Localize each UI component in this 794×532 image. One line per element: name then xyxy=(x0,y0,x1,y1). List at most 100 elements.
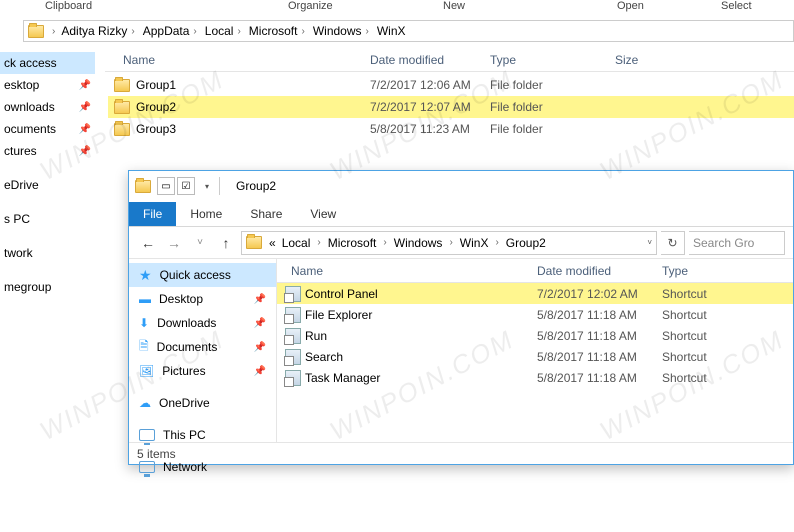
address-bar[interactable]: « Local› Microsoft› Windows› WinX› Group… xyxy=(241,231,657,255)
list-item[interactable]: Group1 7/2/2017 12:06 AM File folder xyxy=(108,74,794,96)
shortcut-icon xyxy=(285,307,301,323)
col-size[interactable]: Size xyxy=(615,53,638,67)
sidebar-downloads[interactable]: ownloads📌 xyxy=(0,96,95,118)
sidebar-pictures[interactable]: ctures📌 xyxy=(0,140,95,162)
address-dropdown-icon[interactable]: ˅ xyxy=(647,238,652,247)
breadcrumb-segment[interactable]: AppData› xyxy=(141,21,203,41)
sidebar-this-pc[interactable]: s PC xyxy=(0,208,95,230)
sidebar-onedrive[interactable]: ☁OneDrive xyxy=(129,391,276,415)
folder-icon xyxy=(114,101,130,114)
sidebar-documents[interactable]: ocuments📌 xyxy=(0,118,95,140)
sidebar-quick-access[interactable]: ck access xyxy=(0,52,95,74)
folder-icon xyxy=(114,123,130,136)
up-button[interactable]: ↑ xyxy=(215,232,237,254)
shortcut-icon xyxy=(285,349,301,365)
pin-icon: 📌 xyxy=(79,80,91,91)
breadcrumb-segment[interactable]: Microsoft› xyxy=(325,236,391,250)
column-headers: Name Date modified Type xyxy=(277,259,793,283)
ribbon-clipboard-label: Clipboard xyxy=(45,0,92,12)
sidebar-onedrive[interactable]: eDrive xyxy=(0,174,95,196)
breadcrumb-segment[interactable]: Group2 xyxy=(503,236,549,250)
sidebar-documents[interactable]: 🗎Documents📌 xyxy=(129,335,276,359)
col-name[interactable]: Name xyxy=(291,264,323,278)
shortcut-icon xyxy=(285,370,301,386)
nav-sidebar: ★Quick access ▬Desktop📌 ⬇Downloads📌 🗎Doc… xyxy=(129,259,277,442)
sidebar-homegroup[interactable]: megroup xyxy=(0,276,95,298)
search-input[interactable]: Search Gro xyxy=(689,231,785,255)
title-bar[interactable]: ▭ ☑ ▾ Group2 xyxy=(129,171,793,201)
file-list: Group1 7/2/2017 12:06 AM File folder Gro… xyxy=(108,74,794,140)
col-type[interactable]: Type xyxy=(490,53,516,67)
breadcrumb-segment[interactable]: Local› xyxy=(203,21,247,41)
list-item[interactable]: Run 5/8/2017 11:18 AM Shortcut xyxy=(277,325,793,346)
sidebar-pictures[interactable]: 🖼Pictures📌 xyxy=(129,359,276,383)
download-icon: ⬇ xyxy=(139,316,149,330)
main-pane: Name Date modified Type Control Panel 7/… xyxy=(277,259,793,442)
address-row: ← → ˅ ↑ « Local› Microsoft› Windows› Win… xyxy=(129,227,793,259)
col-name[interactable]: Name xyxy=(123,53,155,67)
qat-checkbox-button[interactable]: ☑ xyxy=(177,177,195,195)
star-icon: ★ xyxy=(139,267,152,284)
pin-icon: 📌 xyxy=(254,294,266,305)
breadcrumb-segment[interactable]: Windows› xyxy=(311,21,375,41)
item-count: 5 items xyxy=(137,447,176,461)
column-headers: Name Date modified Type Size xyxy=(105,48,794,72)
tab-file[interactable]: File xyxy=(129,202,176,226)
ribbon-new-label: New xyxy=(443,0,465,12)
ribbon-tabs: File Home Share View xyxy=(129,201,793,227)
breadcrumb-segment[interactable]: Local› xyxy=(279,236,325,250)
list-item[interactable]: File Explorer 5/8/2017 11:18 AM Shortcut xyxy=(277,304,793,325)
pin-icon: 📌 xyxy=(254,366,266,377)
breadcrumb-segment[interactable]: Microsoft› xyxy=(247,21,311,41)
tab-home[interactable]: Home xyxy=(176,202,236,226)
list-item[interactable]: Task Manager 5/8/2017 11:18 AM Shortcut xyxy=(277,367,793,388)
breadcrumb-segment[interactable]: WinX xyxy=(375,21,408,41)
list-item[interactable]: Control Panel 7/2/2017 12:02 AM Shortcut xyxy=(277,283,793,304)
cloud-icon: ☁ xyxy=(139,396,151,410)
pin-icon: 📌 xyxy=(79,102,91,113)
col-date[interactable]: Date modified xyxy=(370,53,444,67)
qat-dropdown-icon[interactable]: ▾ xyxy=(205,182,209,191)
nav-sidebar: ck access esktop📌 ownloads📌 ocuments📌 ct… xyxy=(0,48,95,532)
forward-button[interactable]: → xyxy=(163,232,185,254)
list-item[interactable]: Group3 5/8/2017 11:23 AM File folder xyxy=(108,118,794,140)
sidebar-network[interactable]: twork xyxy=(0,242,95,264)
pin-icon: 📌 xyxy=(254,342,266,353)
ribbon-open-label: Open xyxy=(617,0,644,12)
qat-properties-button[interactable]: ▭ xyxy=(157,177,175,195)
folder-icon xyxy=(28,25,44,38)
recent-dropdown[interactable]: ˅ xyxy=(189,232,211,254)
list-item[interactable]: Group2 7/2/2017 12:07 AM File folder xyxy=(108,96,794,118)
folder-icon xyxy=(135,180,151,193)
pin-icon: 📌 xyxy=(79,146,91,157)
sidebar-desktop[interactable]: ▬Desktop📌 xyxy=(129,287,276,311)
tab-view[interactable]: View xyxy=(296,202,350,226)
shortcut-icon xyxy=(285,286,301,302)
sidebar-downloads[interactable]: ⬇Downloads📌 xyxy=(129,311,276,335)
breadcrumb-segment[interactable]: Windows› xyxy=(391,236,457,250)
breadcrumb-segment[interactable]: Aditya Rizky› xyxy=(59,21,140,41)
folder-icon xyxy=(114,79,130,92)
child-window: ▭ ☑ ▾ Group2 File Home Share View ← → ˅ … xyxy=(128,170,794,465)
folder-icon xyxy=(246,236,262,249)
tab-share[interactable]: Share xyxy=(236,202,296,226)
address-bar[interactable]: › Aditya Rizky› AppData› Local› Microsof… xyxy=(23,20,794,42)
list-item[interactable]: Search 5/8/2017 11:18 AM Shortcut xyxy=(277,346,793,367)
sidebar-quick-access[interactable]: ★Quick access xyxy=(129,263,276,287)
col-date[interactable]: Date modified xyxy=(537,264,611,278)
pin-icon: 📌 xyxy=(79,124,91,135)
quick-access-toolbar: ▭ ☑ xyxy=(157,177,195,195)
chevron-right-icon[interactable]: › xyxy=(48,26,59,37)
refresh-button[interactable]: ↻ xyxy=(661,231,685,255)
picture-icon: 🖼 xyxy=(139,364,154,378)
window-title: Group2 xyxy=(236,179,276,193)
ribbon-organize-label: Organize xyxy=(288,0,333,12)
pc-icon xyxy=(139,429,155,441)
desktop-icon: ▬ xyxy=(139,292,151,306)
sidebar-desktop[interactable]: esktop📌 xyxy=(0,74,95,96)
ribbon-section-labels: Clipboard Organize New Open Select xyxy=(0,0,794,14)
col-type[interactable]: Type xyxy=(662,264,688,278)
back-button[interactable]: ← xyxy=(137,232,159,254)
breadcrumb-segment[interactable]: WinX› xyxy=(457,236,503,250)
shortcut-icon xyxy=(285,328,301,344)
